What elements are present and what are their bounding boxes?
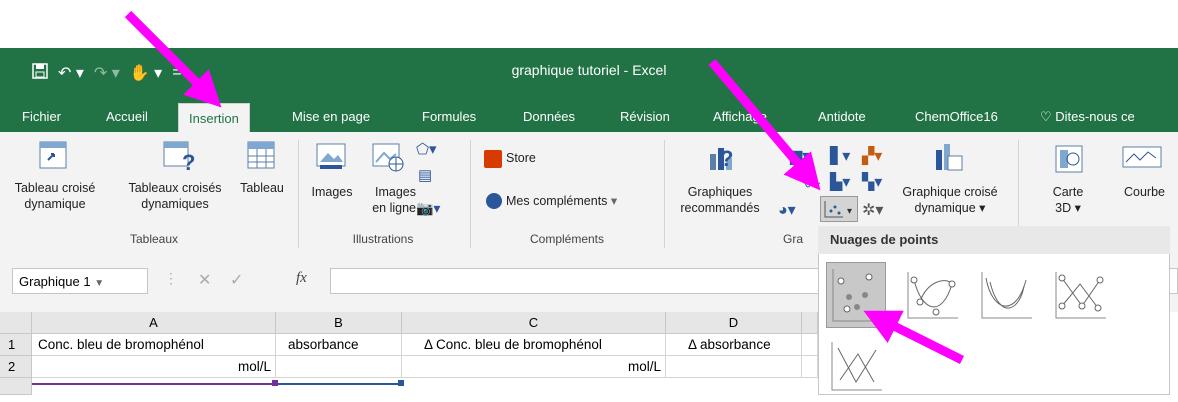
tab-revision[interactable]: Révision (620, 102, 670, 132)
sparkline-line-icon (1122, 146, 1162, 168)
tell-me-box[interactable]: ♡ Dites-nous ce (1040, 102, 1135, 132)
select-all-corner[interactable] (0, 312, 32, 334)
more-icon: ⋮ (164, 270, 178, 286)
group-separator (664, 140, 665, 248)
recommended-pivot-button[interactable]: Tableaux croisés dynamiques (118, 180, 232, 212)
map3d-icon (1054, 142, 1084, 174)
column-chart-icon[interactable]: ▆▾ (790, 146, 810, 166)
store-button[interactable]: Store (506, 150, 536, 166)
pivot-chart-icon (934, 140, 964, 174)
scatter-smooth-lines-markers-option[interactable] (902, 262, 962, 328)
pivot-table-button[interactable]: Tableau croisé dynamique (12, 180, 98, 212)
images-button[interactable]: Images (304, 184, 360, 200)
dropdown-title: Nuages de points (818, 226, 1170, 254)
selection-border-purple (32, 383, 276, 385)
tab-accueil[interactable]: Accueil (106, 102, 148, 132)
tab-formules[interactable]: Formules (422, 102, 476, 132)
radar-chart-icon[interactable]: ✲▾ (862, 200, 883, 220)
screenshot-icon[interactable]: 📷▾ (416, 200, 440, 217)
scatter-straight-lines-markers-option[interactable] (1050, 262, 1110, 328)
pivot-table-icon (38, 140, 68, 170)
group-label-tableaux: Tableaux (129, 232, 179, 246)
group-separator (298, 140, 299, 248)
tab-insertion[interactable]: Insertion (178, 103, 250, 133)
sparkline-line-button[interactable]: Courbe (1124, 184, 1178, 200)
table-icon (246, 140, 276, 170)
ribbon-tabs (0, 102, 1178, 132)
resize-handle[interactable] (272, 380, 278, 386)
column-header[interactable]: B (276, 312, 402, 334)
enter-icon[interactable]: ✓ (230, 270, 243, 290)
cell-c1[interactable]: Δ Conc. bleu de bromophénol (402, 334, 666, 356)
chevron-down-icon: ▾ (610, 194, 618, 208)
cell-e2[interactable] (802, 356, 818, 378)
scatter-markers-option[interactable] (826, 262, 886, 328)
smartart-icon[interactable]: ▤ (418, 166, 432, 184)
tab-affichage[interactable]: Affichage (713, 102, 767, 132)
chevron-down-icon: ▾ (1074, 201, 1081, 215)
tab-chemoffice[interactable]: ChemOffice16 (915, 102, 998, 132)
scatter-straight-lines-option[interactable] (826, 336, 886, 402)
insert-function-icon[interactable]: fx (296, 270, 307, 287)
images-icon (314, 140, 348, 174)
cell-d1[interactable]: Δ absorbance (666, 334, 802, 356)
chevron-down-icon: ▼ (94, 278, 105, 289)
row-header[interactable] (0, 378, 32, 395)
cell-b2[interactable] (276, 356, 402, 378)
group-label-charts: Gra (782, 232, 803, 246)
window-title: graphique tutoriel - Excel (511, 62, 667, 78)
name-box[interactable]: Graphique 1 ▼ (12, 268, 148, 294)
pie-chart-icon[interactable]: ◕▾ (778, 200, 796, 220)
selection-border-blue (276, 383, 402, 385)
lightbulb-icon: ♡ (1040, 109, 1056, 124)
addins-icon (486, 193, 502, 209)
group-separator (470, 140, 471, 248)
shapes-icon[interactable]: ⬠▾ (416, 140, 437, 158)
recommended-charts-button[interactable]: Graphiques recommandés (672, 184, 768, 216)
row-header[interactable]: 2 (0, 356, 32, 378)
svg-text:?: ? (720, 146, 733, 171)
scatter-smooth-lines-option[interactable] (976, 262, 1036, 328)
map3d-button[interactable]: Carte 3D ▾ (1040, 184, 1096, 216)
svg-text:?: ? (182, 150, 195, 172)
statistic-chart-icon[interactable]: ▙▾ (830, 172, 850, 192)
online-images-icon (370, 140, 404, 174)
hierarchy-chart-icon[interactable]: ▋▾ (830, 146, 850, 166)
row-header[interactable]: 1 (0, 334, 32, 356)
tab-antidote[interactable]: Antidote (818, 102, 866, 132)
online-images-button[interactable]: Images en ligne (356, 184, 416, 216)
waterfall-chart-icon[interactable]: ▞▾ (862, 146, 882, 166)
column-header[interactable] (802, 312, 818, 334)
recommended-pivot-icon: ? (162, 140, 196, 175)
column-header[interactable]: D (666, 312, 802, 334)
cell-d2[interactable] (666, 356, 802, 378)
line-chart-icon[interactable]: 〰 (804, 172, 820, 196)
column-header[interactable]: C (402, 312, 666, 334)
combo-chart-icon[interactable]: ▚▾ (862, 172, 882, 192)
column-header[interactable]: A (32, 312, 276, 334)
tab-fichier[interactable]: Fichier (22, 102, 61, 132)
cell-a2[interactable]: mol/L (32, 356, 276, 378)
group-label-complements: Compléments (529, 232, 605, 246)
store-icon (484, 150, 502, 168)
resize-handle[interactable] (398, 380, 404, 386)
tab-donnees[interactable]: Données (523, 102, 575, 132)
cell-c2[interactable]: mol/L (402, 356, 666, 378)
scatter-chart-button[interactable]: ▾ (820, 196, 858, 222)
svg-text:▾: ▾ (847, 206, 852, 217)
cell-b1[interactable]: absorbance (276, 334, 402, 356)
my-addins-button[interactable]: Mes compléments ▾ (506, 193, 617, 209)
cell-a1[interactable]: Conc. bleu de bromophénol (32, 334, 276, 356)
tab-mise-en-page[interactable]: Mise en page (292, 102, 370, 132)
pivot-chart-button[interactable]: Graphique croisé dynamique ▾ (898, 184, 1002, 216)
recommended-charts-icon: ? (706, 140, 740, 174)
cancel-icon[interactable]: ✕ (198, 270, 211, 290)
chevron-down-icon: ▾ (979, 201, 986, 215)
cell-e1[interactable] (802, 334, 818, 356)
table-button[interactable]: Tableau (232, 180, 292, 196)
group-label-illustrations: Illustrations (352, 232, 414, 246)
